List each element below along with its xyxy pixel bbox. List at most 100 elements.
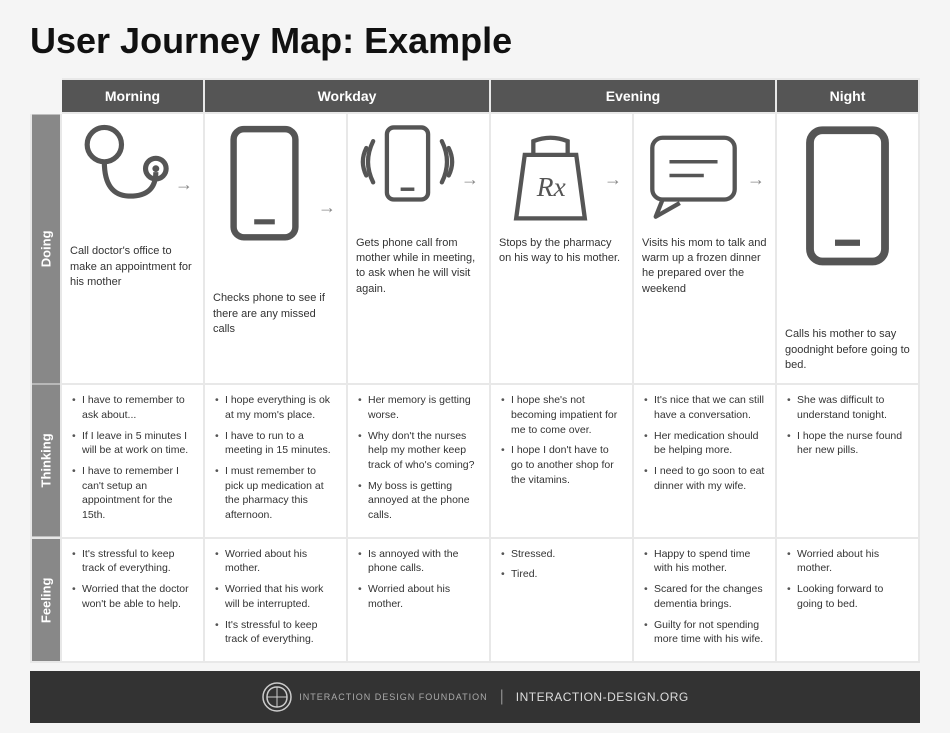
- arrow-icon: →: [318, 197, 336, 218]
- thinking-evening2: It's nice that we can still have a conve…: [633, 384, 776, 538]
- chat-icon: [642, 124, 745, 236]
- phase-morning: Morning: [61, 79, 204, 113]
- thinking-label: Thinking: [31, 384, 61, 538]
- doing-night-text: Calls his mother to say goodnight before…: [785, 327, 910, 373]
- list-item: Her medication should be helping more.: [644, 429, 765, 458]
- phone-call-icon: [356, 124, 459, 236]
- footer-logo: INTERACTION DESIGN FOUNDATION: [261, 681, 487, 713]
- list-item: Worried about his mother.: [358, 582, 479, 611]
- footer: INTERACTION DESIGN FOUNDATION | INTERACT…: [30, 671, 920, 723]
- arrow-icon: →: [461, 169, 479, 190]
- doing-workday2-icon-area: →: [356, 124, 481, 236]
- feeling-evening1-list: Stressed. Tired.: [501, 547, 622, 582]
- feeling-evening2-list: Happy to spend time with his mother. Sca…: [644, 547, 765, 647]
- footer-logo-text: INTERACTION DESIGN FOUNDATION: [299, 692, 487, 702]
- doing-night: Calls his mother to say goodnight before…: [776, 113, 919, 384]
- thinking-workday1: I hope everything is ok at my mom's plac…: [204, 384, 347, 538]
- feeling-workday2-list: Is annoyed with the phone calls. Worried…: [358, 547, 479, 612]
- list-item: I have to run to a meeting in 15 minutes…: [215, 429, 336, 458]
- doing-evening2: → Visits his mom to talk and warm up a f…: [633, 113, 776, 384]
- doing-row: Doing → Call doctor's office to make: [31, 113, 919, 384]
- list-item: Worried that his work will be interrupte…: [215, 582, 336, 611]
- feeling-workday1: Worried about his mother. Worried that h…: [204, 538, 347, 662]
- phone-icon: [213, 124, 316, 291]
- arrow-icon: →: [747, 169, 765, 190]
- svg-text:Rx: Rx: [536, 172, 566, 202]
- doing-workday1: → Checks phone to see if there are any m…: [204, 113, 347, 384]
- list-item: Looking forward to going to bed.: [787, 582, 908, 611]
- list-item: I have to remember to ask about...: [72, 393, 193, 422]
- list-item: Scared for the changes dementia brings.: [644, 582, 765, 611]
- doing-morning: → Call doctor's office to make an appoin…: [61, 113, 204, 384]
- list-item: Guilty for not spending more time with h…: [644, 618, 765, 647]
- list-item: I hope everything is ok at my mom's plac…: [215, 393, 336, 422]
- list-item: It's stressful to keep track of everythi…: [215, 618, 336, 647]
- list-item: If I leave in 5 minutes I will be at wor…: [72, 429, 193, 458]
- list-item: I hope she's not becoming impatient for …: [501, 393, 622, 437]
- foundation-logo-icon: [261, 681, 293, 713]
- list-item: Is annoyed with the phone calls.: [358, 547, 479, 576]
- doing-evening1: Rx → Stops by the pharmacy on his way to…: [490, 113, 633, 384]
- feeling-night-list: Worried about his mother. Looking forwar…: [787, 547, 908, 612]
- list-item: Tired.: [501, 567, 622, 582]
- list-item: Worried that the doctor won't be able to…: [72, 582, 193, 611]
- feeling-evening2: Happy to spend time with his mother. Sca…: [633, 538, 776, 662]
- thinking-workday2: Her memory is getting worse. Why don't t…: [347, 384, 490, 538]
- list-item: Her memory is getting worse.: [358, 393, 479, 422]
- doing-workday2-text: Gets phone call from mother while in mee…: [356, 236, 481, 298]
- phase-evening: Evening: [490, 79, 776, 113]
- thinking-night-list: She was difficult to understand tonight.…: [787, 393, 908, 458]
- doing-evening2-text: Visits his mom to talk and warm up a fro…: [642, 236, 767, 298]
- thinking-morning: I have to remember to ask about... If I …: [61, 384, 204, 538]
- rx-bag-icon: Rx: [499, 124, 602, 236]
- doing-workday2: → Gets phone call from mother while in m…: [347, 113, 490, 384]
- thinking-evening1-list: I hope she's not becoming impatient for …: [501, 393, 622, 487]
- phone-night-icon: [785, 124, 910, 327]
- feeling-night: Worried about his mother. Looking forwar…: [776, 538, 919, 662]
- feeling-row: Feeling It's stressful to keep track of …: [31, 538, 919, 662]
- footer-divider: |: [500, 688, 504, 706]
- list-item: Why don't the nurses help my mother keep…: [358, 429, 479, 473]
- list-item: Stressed.: [501, 547, 622, 562]
- doing-morning-icon-area: →: [70, 124, 195, 244]
- doing-label: Doing: [31, 113, 61, 384]
- list-item: It's nice that we can still have a conve…: [644, 393, 765, 422]
- page: User Journey Map: Example Morning Workda…: [0, 0, 950, 733]
- feeling-evening1: Stressed. Tired.: [490, 538, 633, 662]
- list-item: My boss is getting annoyed at the phone …: [358, 479, 479, 523]
- thinking-workday2-list: Her memory is getting worse. Why don't t…: [358, 393, 479, 523]
- doing-workday1-text: Checks phone to see if there are any mis…: [213, 291, 338, 337]
- thinking-evening1: I hope she's not becoming impatient for …: [490, 384, 633, 538]
- list-item: I have to remember I can't setup an appo…: [72, 464, 193, 523]
- list-item: I hope I don't have to go to another sho…: [501, 443, 622, 487]
- journey-map-table: Morning Workday Evening Night Doing: [30, 78, 920, 663]
- feeling-morning: It's stressful to keep track of everythi…: [61, 538, 204, 662]
- doing-morning-text: Call doctor's office to make an appointm…: [70, 244, 195, 290]
- feeling-workday2: Is annoyed with the phone calls. Worried…: [347, 538, 490, 662]
- thinking-morning-list: I have to remember to ask about... If I …: [72, 393, 193, 523]
- list-item: I must remember to pick up medication at…: [215, 464, 336, 523]
- list-item: I hope the nurse found her new pills.: [787, 429, 908, 458]
- list-item: It's stressful to keep track of everythi…: [72, 547, 193, 576]
- footer-site: INTERACTION-DESIGN.ORG: [516, 690, 689, 704]
- doing-evening1-text: Stops by the pharmacy on his way to his …: [499, 236, 624, 267]
- list-item: Worried about his mother.: [787, 547, 908, 576]
- thinking-row: Thinking I have to remember to ask about…: [31, 384, 919, 538]
- thinking-night: She was difficult to understand tonight.…: [776, 384, 919, 538]
- list-item: Worried about his mother.: [215, 547, 336, 576]
- doing-night-icon-area: [785, 124, 910, 327]
- phase-header-row: Morning Workday Evening Night: [31, 79, 919, 113]
- feeling-workday1-list: Worried about his mother. Worried that h…: [215, 547, 336, 647]
- thinking-workday1-list: I hope everything is ok at my mom's plac…: [215, 393, 336, 523]
- doing-workday1-icon-area: →: [213, 124, 338, 291]
- thinking-evening2-list: It's nice that we can still have a conve…: [644, 393, 765, 493]
- list-item: She was difficult to understand tonight.: [787, 393, 908, 422]
- list-item: Happy to spend time with his mother.: [644, 547, 765, 576]
- stethoscope-icon: [70, 124, 173, 244]
- doing-evening2-icon-area: →: [642, 124, 767, 236]
- list-item: I need to go soon to eat dinner with my …: [644, 464, 765, 493]
- phase-workday: Workday: [204, 79, 490, 113]
- phase-night: Night: [776, 79, 919, 113]
- page-title: User Journey Map: Example: [30, 20, 920, 62]
- feeling-morning-list: It's stressful to keep track of everythi…: [72, 547, 193, 612]
